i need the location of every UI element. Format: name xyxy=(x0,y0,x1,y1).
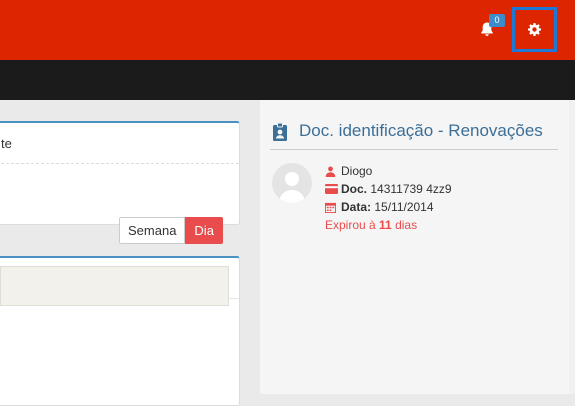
expiry-status: Expirou à 11 dias xyxy=(325,217,417,233)
user-silhouette-icon xyxy=(279,172,305,203)
panel-heading-fragment: te xyxy=(1,136,12,151)
expiry-suffix: dias xyxy=(395,218,418,232)
calendar-grid[interactable] xyxy=(0,266,229,306)
entry-name: Diogo xyxy=(341,164,373,178)
settings-button[interactable] xyxy=(512,7,557,52)
notification-count-badge: 0 xyxy=(489,14,505,27)
page-scrollbar[interactable] xyxy=(569,100,575,394)
id-badge-icon xyxy=(273,122,287,141)
expiry-prefix: Expirou à xyxy=(325,218,376,232)
nav-bar xyxy=(0,60,575,100)
top-header: 0 xyxy=(0,0,575,60)
documents-sidebar: Doc. identificação - Renovações xyxy=(260,100,575,394)
info-panel: te xyxy=(0,121,240,225)
gear-icon xyxy=(528,23,541,36)
calendar-icon xyxy=(325,202,336,213)
week-view-button[interactable]: Semana xyxy=(119,217,186,244)
doc-label: Doc. xyxy=(341,182,368,196)
credit-card-icon xyxy=(325,184,338,194)
user-icon xyxy=(325,166,336,177)
date-label: Data: xyxy=(341,200,372,214)
avatar xyxy=(272,163,312,203)
panel-divider xyxy=(1,163,239,164)
date-value: 15/11/2014 xyxy=(374,200,434,214)
expiry-days: 11 xyxy=(379,218,392,232)
calendar-view-toggle: Semana Dia xyxy=(119,217,223,244)
main-content: te xyxy=(0,100,260,406)
notifications-button[interactable]: 0 xyxy=(476,14,505,40)
day-view-button[interactable]: Dia xyxy=(185,217,223,244)
doc-number: 14311739 4zz9 xyxy=(370,182,452,196)
documents-title: Doc. identificação - Renovações xyxy=(299,121,543,140)
documents-header: Doc. identificação - Renovações xyxy=(270,120,558,150)
